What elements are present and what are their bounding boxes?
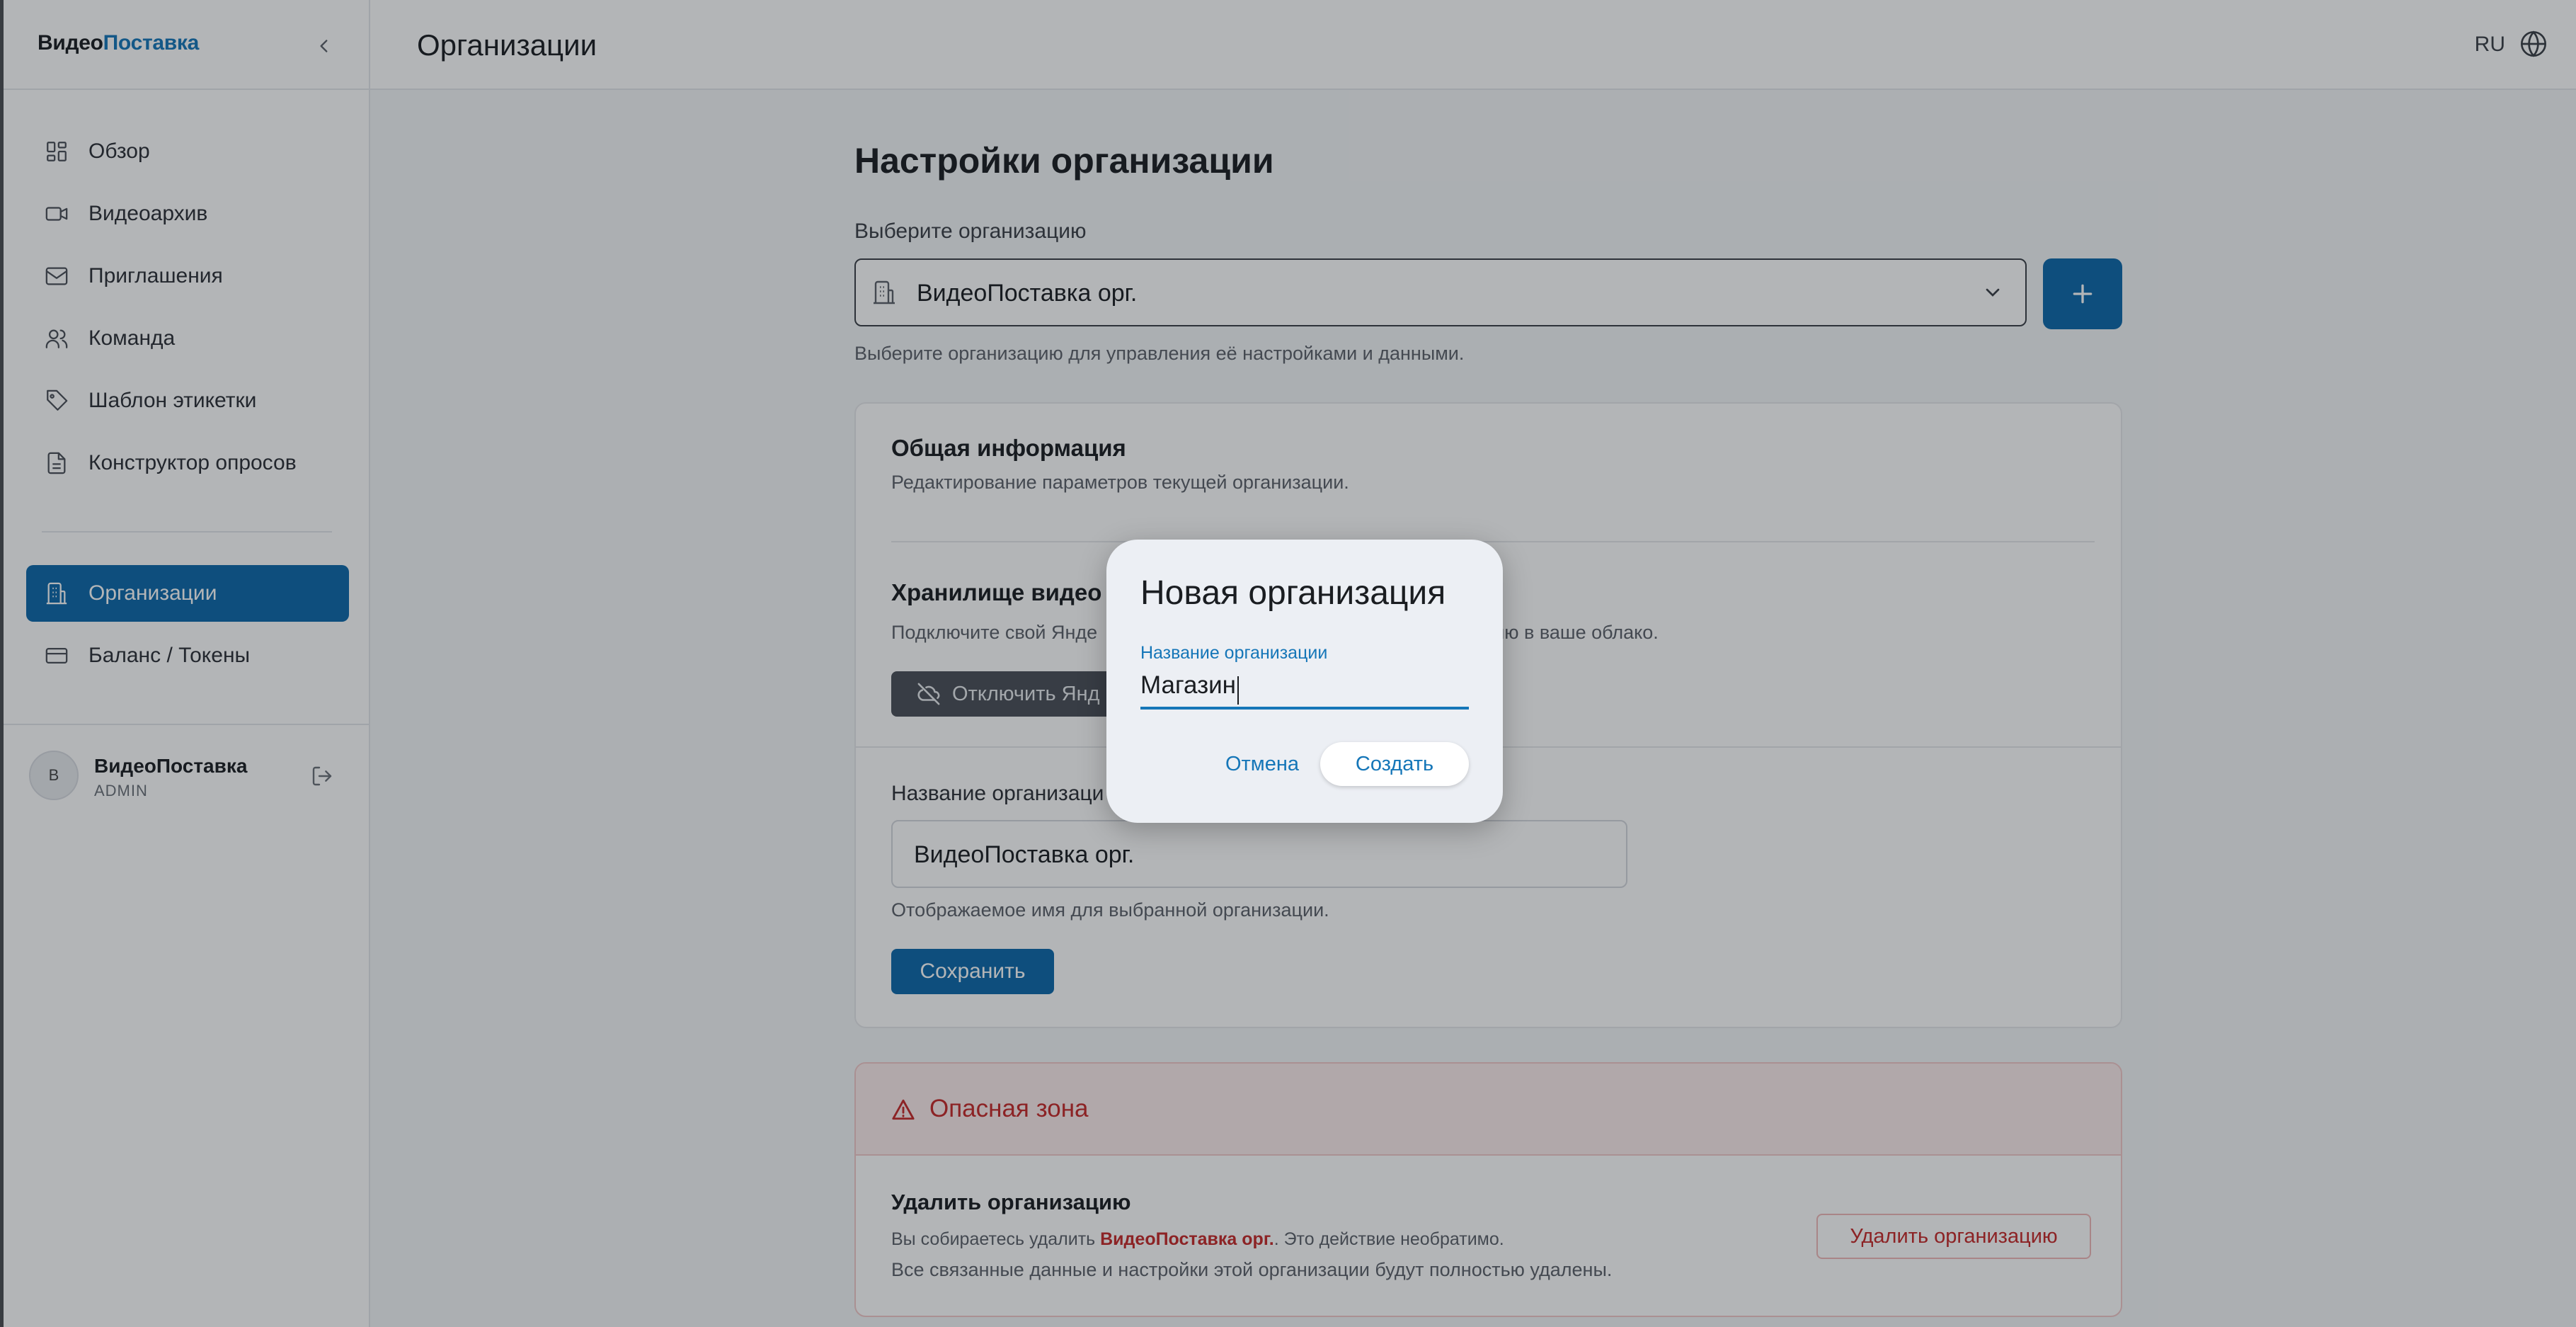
create-button[interactable]: Создать: [1320, 742, 1469, 786]
new-organization-dialog: Новая организация Название организации М…: [1106, 540, 1503, 823]
dialog-field-label: Название организации: [1140, 643, 1328, 663]
org-name-field[interactable]: Магазин: [1140, 667, 1469, 710]
dialog-title: Новая организация: [1140, 574, 1446, 612]
cancel-button[interactable]: Отмена: [1206, 742, 1319, 786]
text-caret: [1237, 676, 1240, 705]
